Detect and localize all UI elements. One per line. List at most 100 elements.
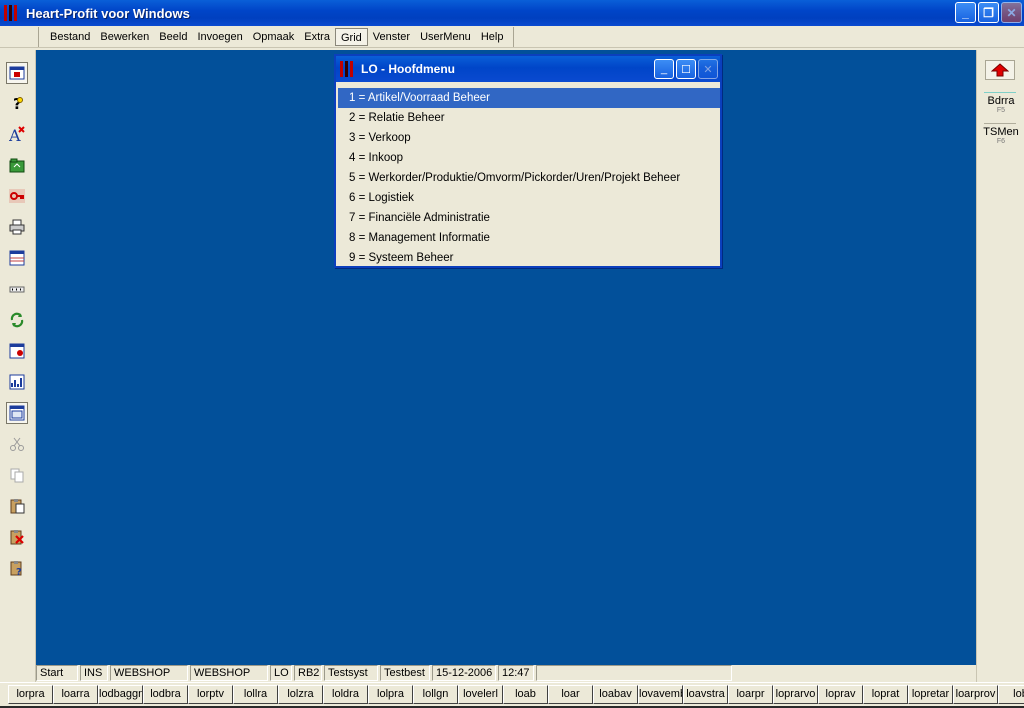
right-panel: Bdrra F5 TSMen F6: [976, 50, 1024, 682]
dialog-logo-icon: [340, 61, 356, 77]
menu-list-item[interactable]: 9 = Systeem Beheer: [338, 248, 720, 268]
bottom-button-lollra[interactable]: lollra: [233, 685, 278, 704]
bdrra-key: F5: [996, 107, 1006, 114]
status-environment: Testbest: [380, 665, 430, 681]
menu-list-item[interactable]: 5 = Werkorder/Produktie/Omvorm/Pickorder…: [338, 168, 720, 188]
separator: [984, 123, 1016, 124]
chart-icon: [9, 374, 25, 390]
bottom-button-lolpra[interactable]: lolpra: [368, 685, 413, 704]
refresh-button[interactable]: [6, 309, 28, 331]
open-folder-button[interactable]: [6, 154, 28, 176]
copy-button[interactable]: [6, 464, 28, 486]
maximize-icon: ☐: [681, 63, 691, 76]
app-titlebar: Heart-Profit voor Windows _ ❐ ✕: [0, 0, 1024, 26]
status-company: WEBSHOP: [110, 665, 188, 681]
bottom-button-lob[interactable]: lob: [998, 685, 1024, 704]
chart-button[interactable]: [6, 371, 28, 393]
delete-button[interactable]: [6, 526, 28, 548]
key-button[interactable]: [6, 185, 28, 207]
record-button[interactable]: [6, 340, 28, 362]
menu-list-item[interactable]: 7 = Financiële Administratie: [338, 208, 720, 228]
bottom-button-loavstra[interactable]: loavstra: [683, 685, 728, 704]
menu-invoegen[interactable]: Invoegen: [192, 28, 247, 46]
minimize-button[interactable]: _: [955, 2, 976, 23]
bottom-button-loarprov[interactable]: loarprov: [953, 685, 998, 704]
menu-list-item[interactable]: 1 = Artikel/Voorraad Beheer: [338, 88, 720, 108]
dialog-titlebar: LO - Hoofdmenu _ ☐ ✕: [336, 56, 720, 82]
menu-bestand[interactable]: Bestand: [45, 28, 95, 46]
cut-button[interactable]: [6, 433, 28, 455]
bottom-button-lovelerl[interactable]: lovelerl: [458, 685, 503, 704]
bottom-button-lopretar[interactable]: lopretar: [908, 685, 953, 704]
record-icon: [9, 343, 25, 359]
paste-special-icon: ?: [10, 561, 22, 576]
paste-special-button[interactable]: ?: [6, 557, 28, 579]
print-button[interactable]: [6, 216, 28, 238]
up-arrow-icon: [991, 63, 1009, 77]
help-icon: ?: [13, 95, 23, 111]
bottom-button-loabav[interactable]: loabav: [593, 685, 638, 704]
menu-list-item[interactable]: 3 = Verkoop: [338, 128, 720, 148]
bottom-buttons-container: lorpra loarra lodbaggn lodbra lorptv lollra lo…: [8, 685, 1024, 704]
dialog-close-button[interactable]: ✕: [698, 59, 718, 79]
bottom-button-lodbra[interactable]: lodbra: [143, 685, 188, 704]
close-button[interactable]: ✕: [1001, 2, 1022, 23]
bottom-button-lovavemb[interactable]: lovavemb: [638, 685, 683, 704]
menu-opmaak[interactable]: Opmaak: [248, 28, 300, 46]
hoofdmenu-dialog: LO - Hoofdmenu _ ☐ ✕ 1 = Artikel/Voorraa…: [334, 54, 722, 268]
bottom-button-loar[interactable]: loar: [548, 685, 593, 704]
dialog-maximize-button[interactable]: ☐: [676, 59, 696, 79]
left-toolbar: ? A ?: [0, 50, 36, 682]
dots-button[interactable]: [6, 278, 28, 300]
bottom-button-loprat[interactable]: loprat: [863, 685, 908, 704]
bottom-button-loarra[interactable]: loarra: [53, 685, 98, 704]
menu-items-container: Bestand Bewerken Beeld Invoegen Opmaak Extra G…: [38, 27, 515, 47]
tsmen-button[interactable]: TSMen F6: [979, 126, 1023, 145]
menu-list-item[interactable]: 6 = Logistiek: [338, 188, 720, 208]
menu-list-item[interactable]: 2 = Relatie Beheer: [338, 108, 720, 128]
font-button[interactable]: A: [6, 123, 28, 145]
bottom-button-loarpr[interactable]: loarpr: [728, 685, 773, 704]
bottom-button-loab[interactable]: loab: [503, 685, 548, 704]
bottom-button-bar: lorpra loarra lodbaggn lodbra lorptv lollra lo…: [0, 682, 1024, 708]
menu-beeld[interactable]: Beeld: [154, 28, 192, 46]
menu-list: 1 = Artikel/Voorraad Beheer 2 = Relatie B…: [338, 88, 720, 264]
menu-list-item[interactable]: 8 = Management Informatie: [338, 228, 720, 248]
window-button[interactable]: [6, 62, 28, 84]
menu-usermenu[interactable]: UserMenu: [415, 28, 476, 46]
app-logo-icon: [4, 5, 20, 21]
bottom-button-loprav[interactable]: loprav: [818, 685, 863, 704]
status-start: Start: [36, 665, 78, 681]
bdrra-button[interactable]: Bdrra F5: [979, 95, 1023, 114]
menu-extra[interactable]: Extra: [299, 28, 335, 46]
help-button[interactable]: ?: [6, 92, 28, 114]
copy-icon: [10, 468, 24, 483]
dialog-minimize-button[interactable]: _: [654, 59, 674, 79]
scissors-icon: [10, 437, 24, 451]
bottom-button-lollgn[interactable]: lollgn: [413, 685, 458, 704]
bottom-button-lodbaggn[interactable]: lodbaggn: [98, 685, 143, 704]
bottom-button-loldra[interactable]: loldra: [323, 685, 368, 704]
up-arrow-button[interactable]: [985, 60, 1015, 80]
status-system: Testsyst: [324, 665, 378, 681]
menu-list-item[interactable]: 4 = Inkoop: [338, 148, 720, 168]
menu-venster[interactable]: Venster: [368, 28, 415, 46]
status-database: WEBSHOP: [190, 665, 268, 681]
grid-window-button[interactable]: [6, 247, 28, 269]
status-time: 12:47: [498, 665, 534, 681]
status-message: [536, 665, 732, 681]
bottom-button-lorpra[interactable]: lorpra: [8, 685, 53, 704]
menu-grid[interactable]: Grid: [334, 28, 368, 46]
window-frame-button[interactable]: [6, 402, 28, 424]
menu-help[interactable]: Help: [476, 28, 509, 46]
menu-bewerken[interactable]: Bewerken: [95, 28, 154, 46]
tsmen-key: F6: [996, 138, 1006, 145]
refresh-icon: [10, 312, 24, 328]
bottom-button-lolzra[interactable]: lolzra: [278, 685, 323, 704]
restore-button[interactable]: ❐: [978, 2, 999, 23]
bottom-button-lorptv[interactable]: lorptv: [188, 685, 233, 704]
paste-button[interactable]: [6, 495, 28, 517]
separator: [984, 92, 1016, 93]
bottom-button-loprarvo[interactable]: loprarvo: [773, 685, 818, 704]
window-frame-icon: [9, 405, 25, 421]
